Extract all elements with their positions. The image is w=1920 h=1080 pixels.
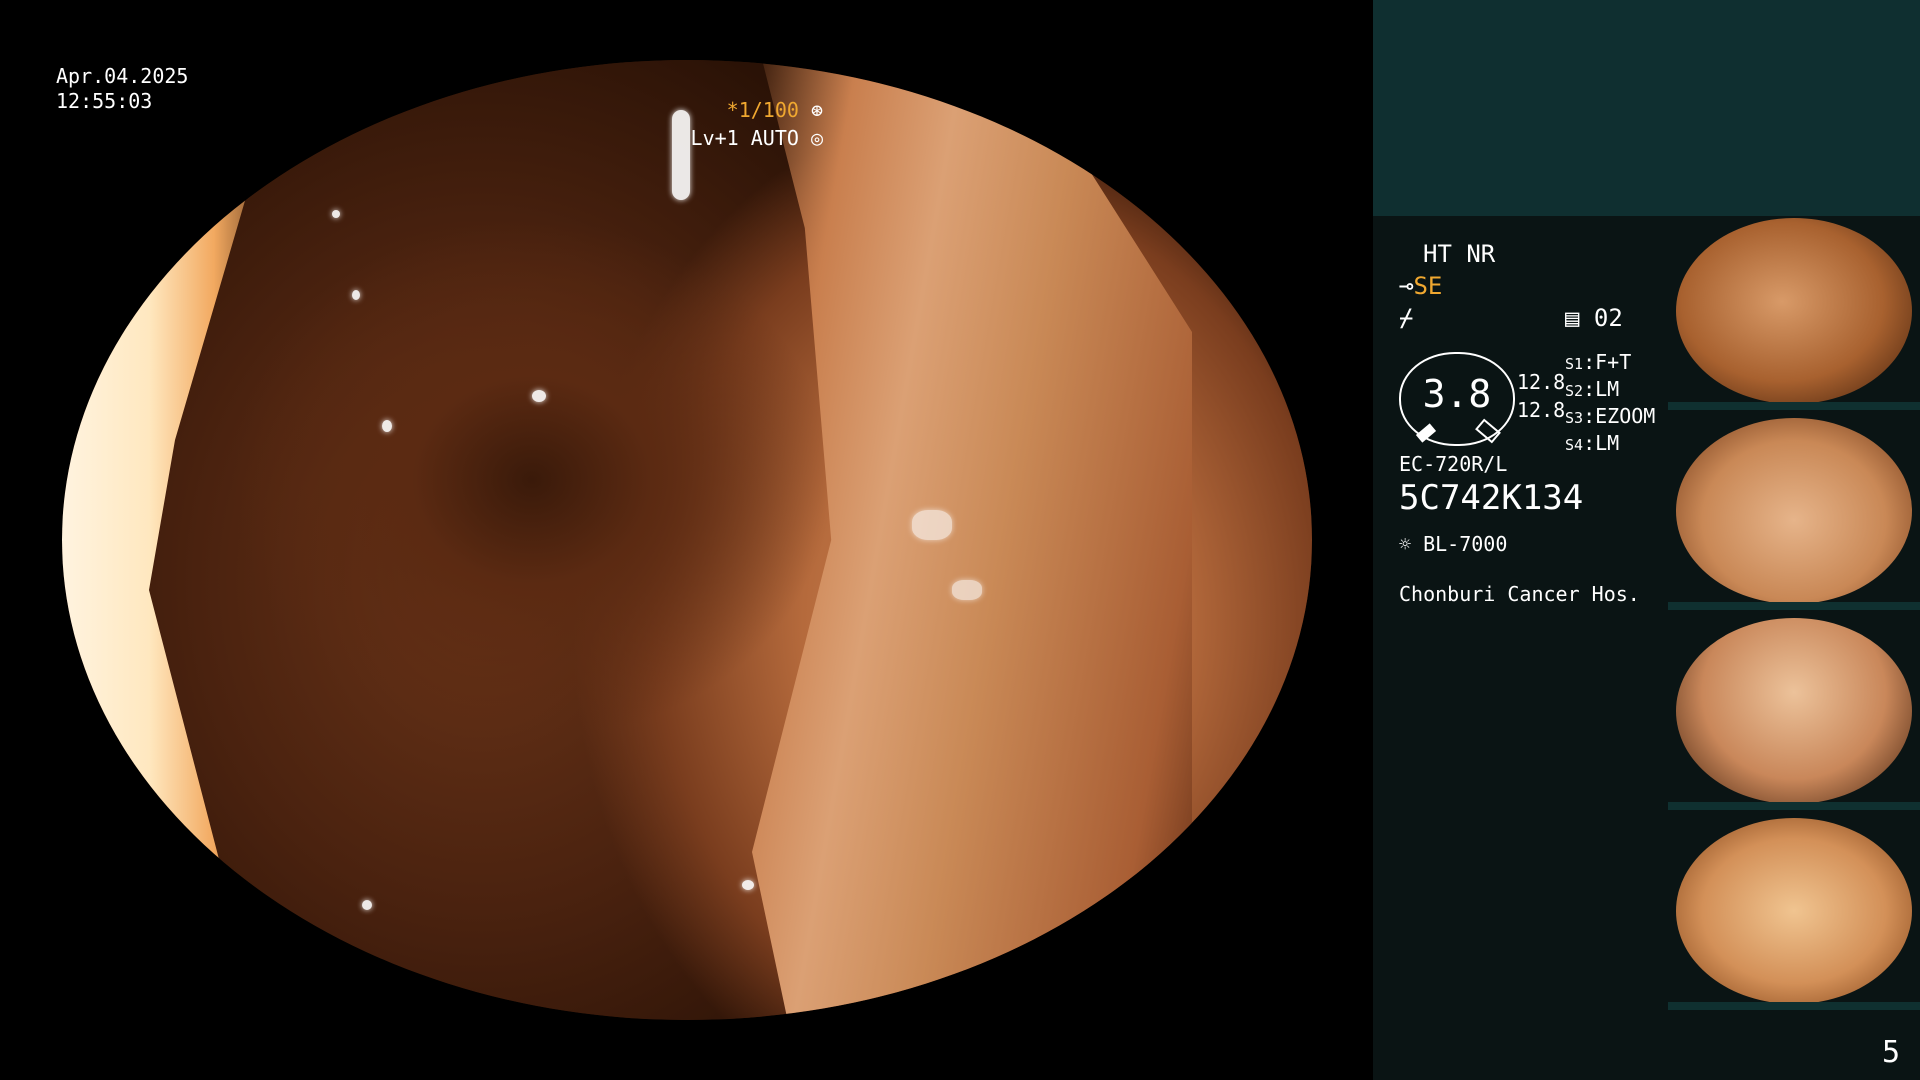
date-text: Apr.04.2025 xyxy=(56,64,189,88)
serial-number: 5C742K134 xyxy=(1399,478,1584,518)
shutter-text: *1/100 xyxy=(726,98,799,122)
aperture-icon: ⊛ xyxy=(810,98,823,122)
thumbnail-3[interactable] xyxy=(1668,616,1920,810)
exposure-text: Lv+1 AUTO xyxy=(690,126,799,150)
thumbnail-1[interactable] xyxy=(1668,216,1920,410)
thumbnail-2[interactable] xyxy=(1668,416,1920,610)
zoom-value: 3.8 xyxy=(1422,372,1492,416)
switch-value: LM xyxy=(1595,431,1620,455)
light-icon: ☼ xyxy=(1399,532,1412,556)
light-source: BL-7000 xyxy=(1423,532,1508,556)
switch-value: EZOOM xyxy=(1595,404,1656,428)
info-panel: HT NR ⊸SE ⌿ ▤ 02 12.8 12.8 S1:F+T S2:LM … xyxy=(1373,0,1920,1080)
switch-key: S2 xyxy=(1565,382,1584,400)
hospital-name: Chonburi Cancer Hos. xyxy=(1399,582,1640,606)
gauge-left-marker xyxy=(1415,423,1437,443)
time-text: 12:55:03 xyxy=(56,89,153,113)
enhance-text: SE xyxy=(1413,272,1443,300)
switch-value: F+T xyxy=(1595,350,1632,374)
left-value-1: 12.8 xyxy=(1517,370,1566,394)
exposure-info: *1/100 ⊛ Lv+1 AUTO ◎ xyxy=(691,96,823,152)
timestamp: Apr.04.2025 12:55:03 xyxy=(56,64,188,114)
memory-text: 02 xyxy=(1593,304,1623,332)
switch-list: S1:F+T S2:LM S3:EZOOM S4:LM xyxy=(1565,350,1656,455)
zoom-gauge: 3.8 xyxy=(1399,352,1515,446)
bright-fold-left xyxy=(62,60,292,1020)
enhance-icon: ⊸ xyxy=(1399,272,1414,300)
left-value-2: 12.8 xyxy=(1517,398,1566,422)
mucosal-fold-right xyxy=(752,60,1192,1020)
switch-value: LM xyxy=(1595,377,1620,401)
gauge-right-marker xyxy=(1475,418,1501,444)
mode-text: HT NR xyxy=(1423,240,1496,268)
switch-key: S4 xyxy=(1565,436,1584,454)
filter-icon: ⌿ xyxy=(1399,304,1414,332)
switch-key: S3 xyxy=(1565,409,1584,427)
panel-header-area xyxy=(1373,0,1920,216)
endoscope-viewer: Apr.04.2025 12:55:03 *1/100 ⊛ Lv+1 AUTO … xyxy=(0,0,1373,1080)
endoscopic-image xyxy=(62,60,1312,1020)
switch-key: S1 xyxy=(1565,355,1584,373)
auto-icon: ◎ xyxy=(810,126,823,150)
scope-model: EC-720R/L xyxy=(1399,452,1508,476)
page-number: 5 xyxy=(1881,1035,1900,1070)
thumbnail-4[interactable] xyxy=(1668,816,1920,1010)
memory-icon: ▤ xyxy=(1565,304,1580,332)
